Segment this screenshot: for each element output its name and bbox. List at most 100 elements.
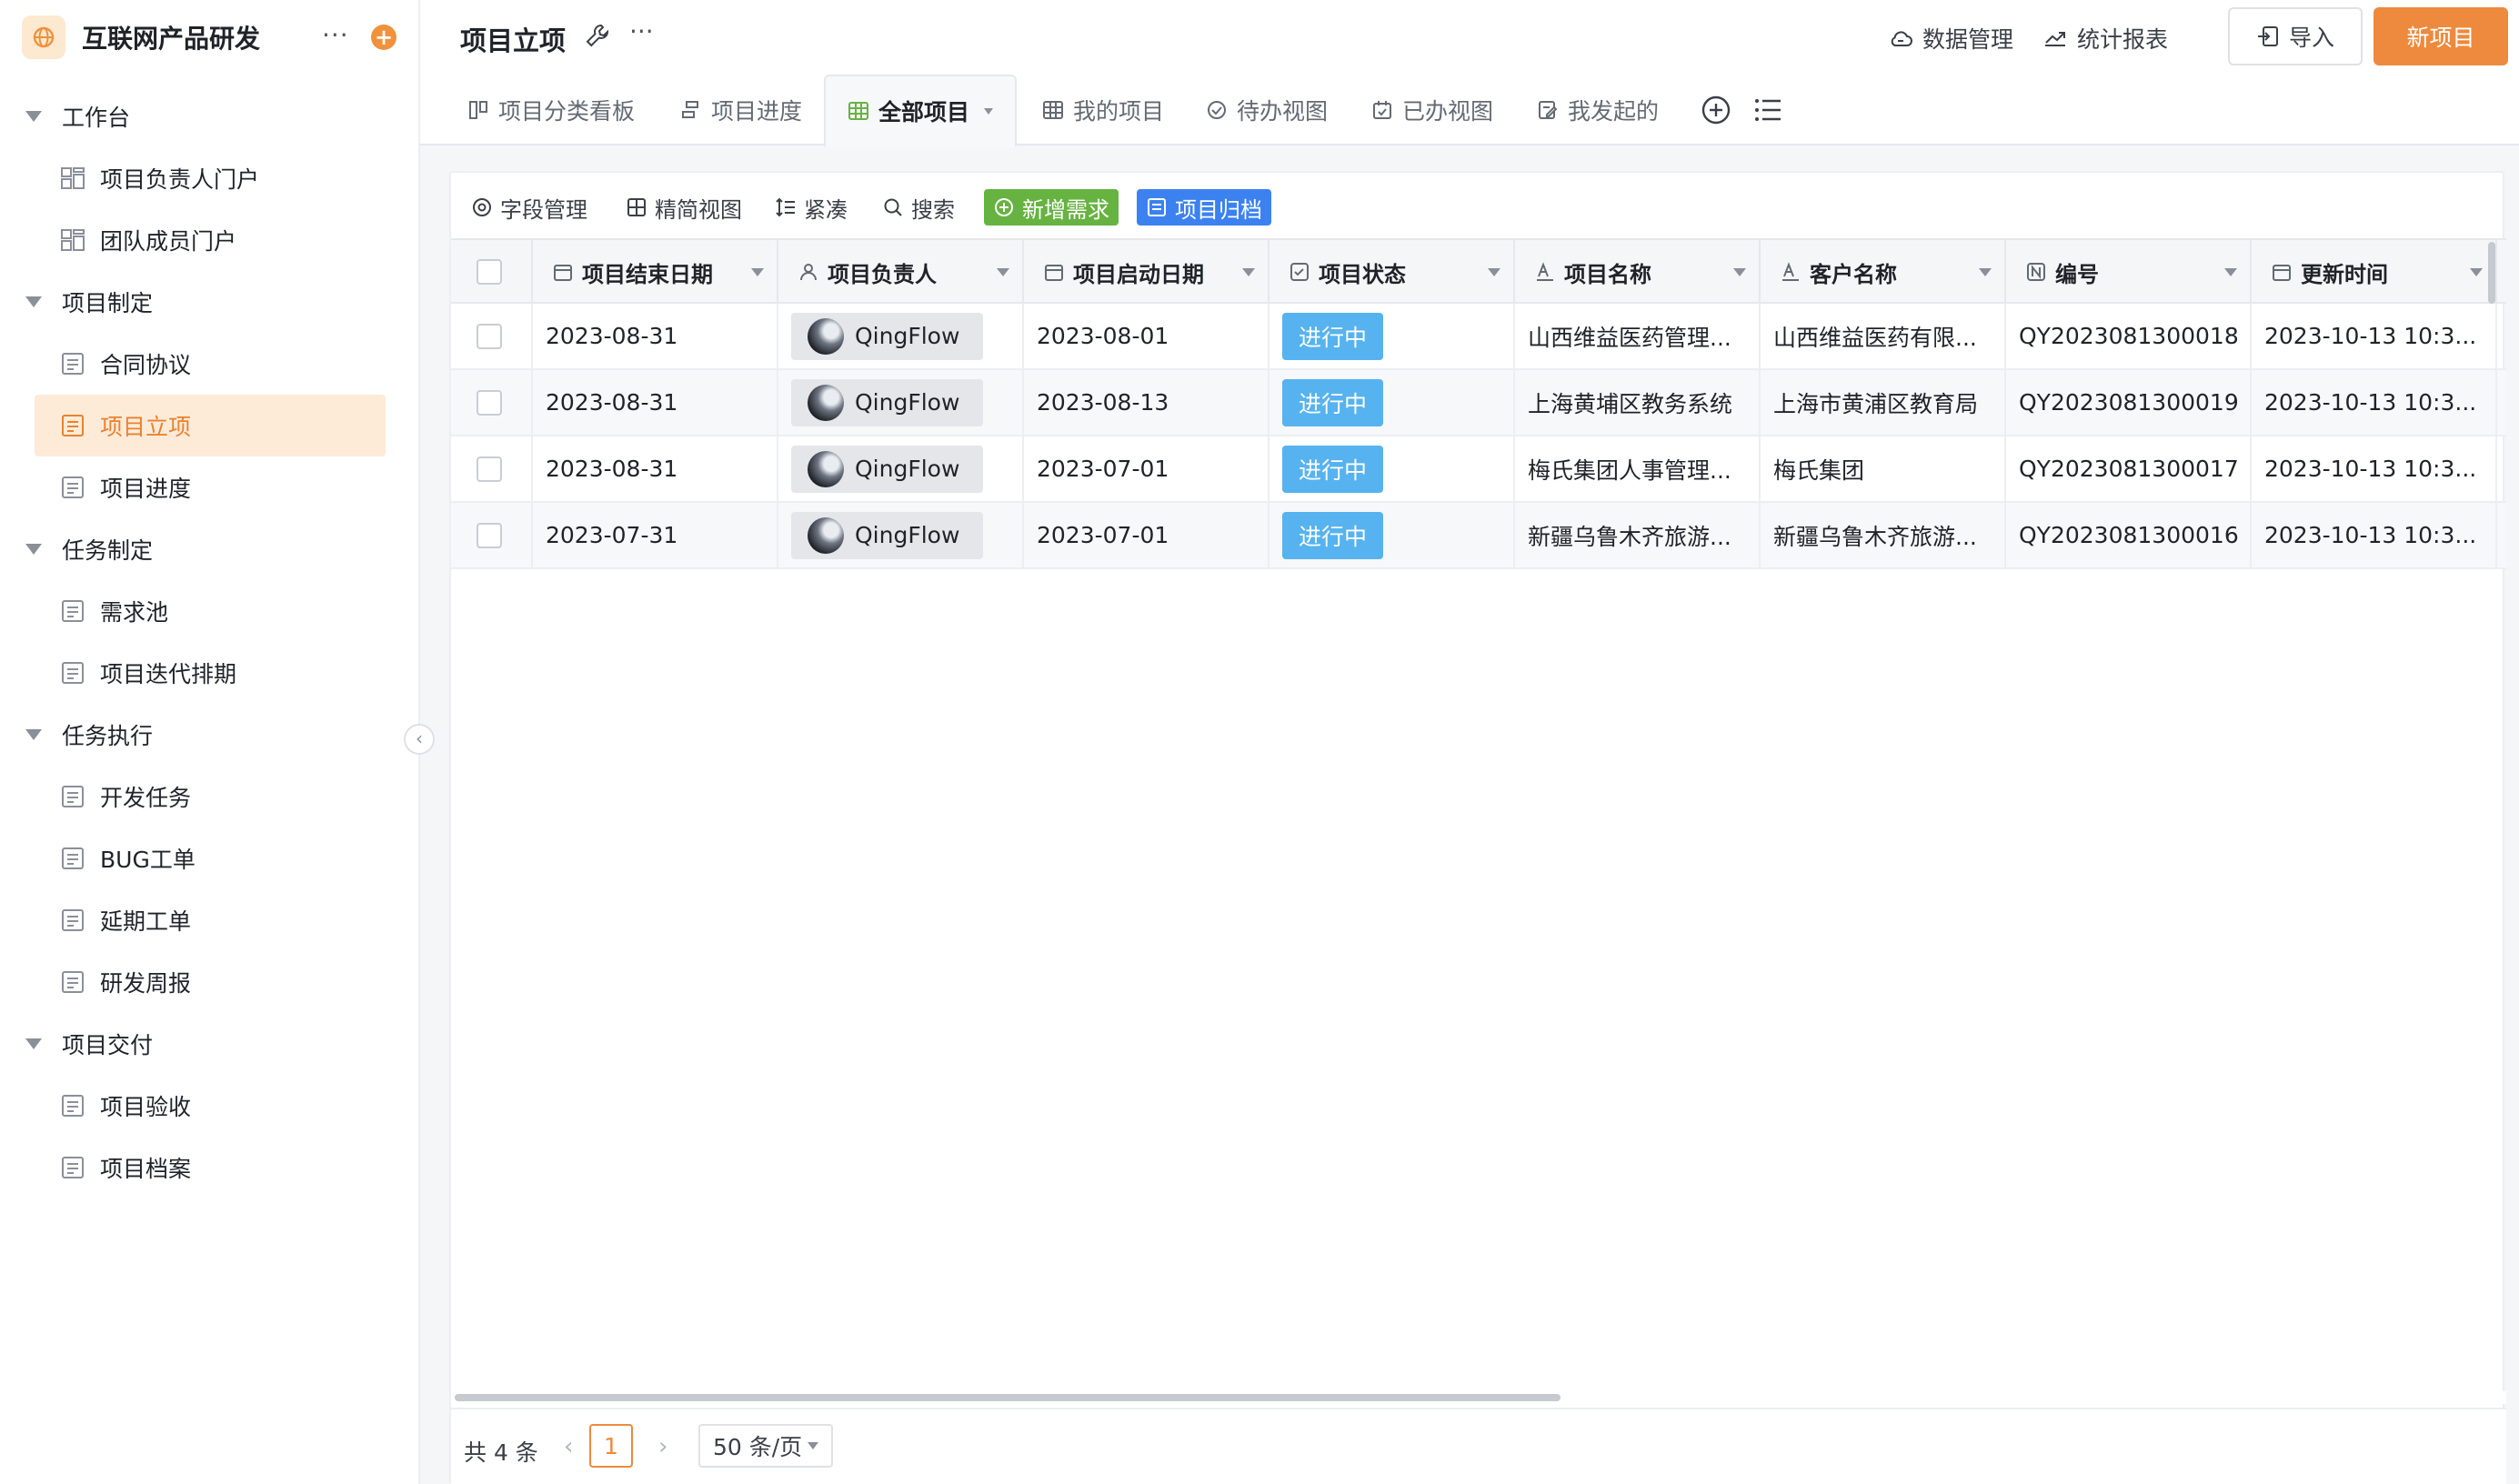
sidebar-item-archive[interactable]: 项目档案 — [35, 1137, 386, 1198]
nav-group-task-exec[interactable]: 任务执行 — [0, 704, 420, 766]
sidebar-item-dev-task[interactable]: 开发任务 — [35, 766, 386, 827]
compact-view-button[interactable]: 精简视图 — [626, 189, 742, 226]
tab-my-projects[interactable]: 我的项目 — [1042, 75, 1164, 145]
nav-group-delivery[interactable]: 项目交付 — [0, 1013, 420, 1075]
archive-project-button[interactable]: 项目归档 — [1137, 189, 1271, 226]
end-date-cell[interactable]: 2023-08-31 — [533, 436, 778, 501]
start-date-cell[interactable]: 2023-07-01 — [1024, 436, 1270, 501]
chevron-down-icon[interactable] — [751, 268, 764, 276]
row-checkbox[interactable] — [477, 389, 502, 416]
updated-time-cell[interactable]: 2023-10-13 10:3... — [2252, 304, 2497, 368]
end-date-cell[interactable]: 2023-07-31 — [533, 503, 778, 567]
updated-time-cell[interactable]: 2023-10-13 10:3... — [2252, 370, 2497, 435]
wrench-icon[interactable] — [584, 22, 611, 53]
chevron-down-icon[interactable] — [2470, 268, 2483, 276]
chevron-down-icon[interactable] — [984, 107, 994, 115]
start-date-cell[interactable]: 2023-08-01 — [1024, 304, 1270, 368]
horizontal-scrollbar[interactable] — [451, 1391, 2506, 1404]
owner-cell[interactable]: QingFlow — [778, 304, 1024, 368]
owner-cell[interactable]: QingFlow — [778, 503, 1024, 567]
add-view-icon[interactable] — [1701, 95, 1731, 129]
table-row[interactable]: 2023-07-31 QingFlow 2023-07-01 进行中 新疆乌鲁木… — [451, 503, 2506, 569]
table-row[interactable]: 2023-08-31 QingFlow 2023-07-01 进行中 梅氏集团人… — [451, 436, 2506, 503]
tab-initiated[interactable]: 我发起的 — [1537, 75, 1659, 145]
next-page-icon[interactable]: › — [658, 1433, 667, 1460]
customer-name-cell[interactable]: 梅氏集团 — [1761, 436, 2006, 501]
updated-time-cell[interactable]: 2023-10-13 10:3... — [2252, 436, 2497, 501]
sidebar-item-delay[interactable]: 延期工单 — [35, 889, 386, 951]
column-header[interactable]: 项目状态 — [1270, 240, 1515, 304]
code-cell[interactable]: QY2023081300019 — [2006, 370, 2252, 435]
chevron-down-icon[interactable] — [1242, 268, 1255, 276]
nav-group-task-plan[interactable]: 任务制定 — [0, 518, 420, 580]
project-name-cell[interactable]: 梅氏集团人事管理... — [1515, 436, 1761, 501]
project-name-cell[interactable]: 新疆乌鲁木齐旅游... — [1515, 503, 1761, 567]
tab-progress[interactable]: 项目进度 — [680, 75, 802, 145]
user-chip[interactable]: QingFlow — [791, 312, 984, 360]
row-checkbox[interactable] — [477, 456, 502, 482]
status-cell[interactable]: 进行中 — [1270, 370, 1515, 435]
code-cell[interactable]: QY2023081300018 — [2006, 304, 2252, 368]
import-button[interactable]: 导入 — [2228, 7, 2363, 65]
column-header[interactable]: 项目名称 — [1515, 240, 1761, 304]
data-management-link[interactable]: 数据管理 — [1888, 22, 2013, 55]
code-cell[interactable]: QY2023081300017 — [2006, 436, 2252, 501]
status-cell[interactable]: 进行中 — [1270, 304, 1515, 368]
app-more-icon[interactable]: ··· — [322, 20, 349, 50]
user-chip[interactable]: QingFlow — [791, 445, 984, 493]
new-requirement-button[interactable]: 新增需求 — [984, 189, 1119, 226]
column-header[interactable]: 项目启动日期 — [1024, 240, 1270, 304]
select-all-checkbox[interactable] — [477, 259, 502, 285]
sidebar-item-contract[interactable]: 合同协议 — [35, 333, 386, 395]
chevron-down-icon[interactable] — [997, 268, 1009, 276]
nav-group-workbench[interactable]: 工作台 — [0, 85, 420, 147]
nav-group-project-plan[interactable]: 项目制定 — [0, 271, 420, 333]
start-date-cell[interactable]: 2023-08-13 — [1024, 370, 1270, 435]
code-cell[interactable]: QY2023081300016 — [2006, 503, 2252, 567]
chevron-down-icon[interactable] — [1733, 268, 1746, 276]
table-row[interactable]: 2023-08-31 QingFlow 2023-08-13 进行中 上海黄埔区… — [451, 370, 2506, 436]
column-header[interactable]: 编号 — [2006, 240, 2252, 304]
new-project-button[interactable]: 新项目 — [2373, 7, 2508, 65]
sidebar-item-member-portal[interactable]: 团队成员门户 — [35, 209, 386, 271]
sidebar-item-requirements[interactable]: 需求池 — [35, 580, 386, 642]
sidebar-item-project-setup[interactable]: 项目立项 — [35, 395, 386, 456]
page-size-select[interactable]: 50 条/页 — [698, 1424, 833, 1468]
row-density-button[interactable]: 紧凑 — [775, 189, 848, 226]
chevron-down-icon[interactable] — [1488, 268, 1500, 276]
customer-name-cell[interactable]: 新疆乌鲁木齐旅游... — [1761, 503, 2006, 567]
table-row[interactable]: 2023-08-31 QingFlow 2023-08-01 进行中 山西维益医… — [451, 304, 2506, 370]
project-name-cell[interactable]: 上海黄埔区教务系统 — [1515, 370, 1761, 435]
sidebar-item-owner-portal[interactable]: 项目负责人门户 — [35, 147, 386, 209]
start-date-cell[interactable]: 2023-07-01 — [1024, 503, 1270, 567]
row-checkbox[interactable] — [477, 522, 502, 548]
search-button[interactable]: 搜索 — [882, 189, 955, 226]
status-cell[interactable]: 进行中 — [1270, 436, 1515, 501]
column-header[interactable]: 项目负责人 — [778, 240, 1024, 304]
sidebar-item-bug[interactable]: BUG工单 — [35, 827, 386, 889]
sidebar-item-progress[interactable]: 项目进度 — [35, 456, 386, 518]
project-name-cell[interactable]: 山西维益医药管理... — [1515, 304, 1761, 368]
app-add-button[interactable]: + — [371, 25, 396, 50]
customer-name-cell[interactable]: 山西维益医药有限... — [1761, 304, 2006, 368]
field-management-button[interactable]: 字段管理 — [471, 189, 587, 226]
sidebar-item-weekly[interactable]: 研发周报 — [35, 951, 386, 1013]
owner-cell[interactable]: QingFlow — [778, 370, 1024, 435]
chevron-down-icon[interactable] — [1979, 268, 1992, 276]
user-chip[interactable]: QingFlow — [791, 511, 984, 559]
prev-page-icon[interactable]: ‹ — [564, 1433, 573, 1460]
end-date-cell[interactable]: 2023-08-31 — [533, 304, 778, 368]
tab-all-projects[interactable]: 全部项目 — [824, 75, 1018, 147]
title-more-icon[interactable]: ··· — [629, 16, 654, 46]
sidebar-item-acceptance[interactable]: 项目验收 — [35, 1075, 386, 1137]
scrollbar-thumb[interactable] — [455, 1394, 1561, 1401]
tab-todo-view[interactable]: 待办视图 — [1206, 75, 1328, 145]
stats-report-link[interactable]: 统计报表 — [2042, 22, 2168, 55]
end-date-cell[interactable]: 2023-08-31 — [533, 370, 778, 435]
sidebar-item-iteration[interactable]: 项目迭代排期 — [35, 642, 386, 704]
tab-done-view[interactable]: 已办视图 — [1371, 75, 1493, 145]
user-chip[interactable]: QingFlow — [791, 378, 984, 426]
view-list-icon[interactable] — [1753, 96, 1782, 127]
chevron-down-icon[interactable] — [2224, 268, 2237, 276]
column-header[interactable]: 客户名称 — [1761, 240, 2006, 304]
